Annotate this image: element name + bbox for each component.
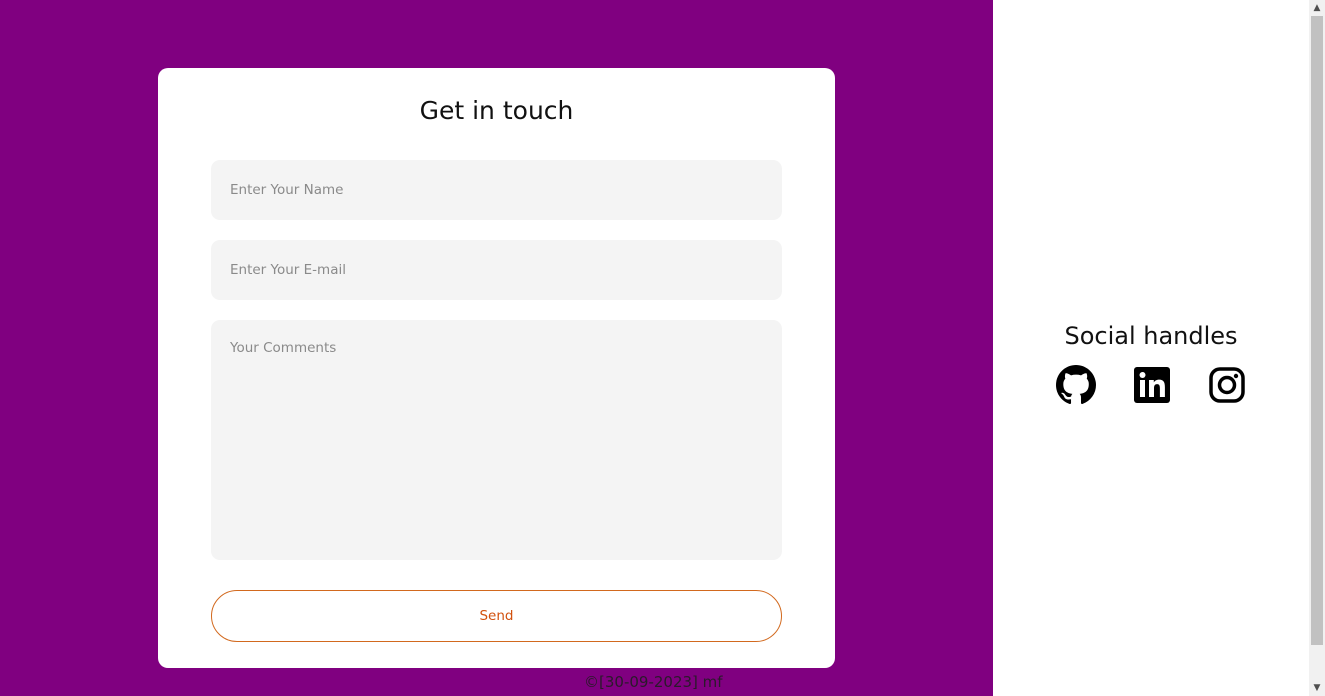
name-input[interactable] <box>211 160 782 220</box>
linkedin-icon <box>1134 367 1170 403</box>
scroll-thumb[interactable] <box>1311 16 1323 645</box>
linkedin-link[interactable] <box>1134 367 1170 403</box>
page: Get in touch Send ©[30-09-2023] mf Socia… <box>0 0 1325 696</box>
footer-copyright: ©[30-09-2023] mf <box>584 673 723 691</box>
social-title: Social handles <box>1064 322 1238 350</box>
github-link[interactable] <box>1056 365 1096 405</box>
scroll-up-icon[interactable]: ▲ <box>1309 0 1325 16</box>
github-icon <box>1056 365 1096 405</box>
vertical-scrollbar[interactable]: ▲ ▼ <box>1309 0 1325 696</box>
scroll-down-icon[interactable]: ▼ <box>1309 680 1325 696</box>
social-section: Social handles <box>993 0 1309 696</box>
contact-form: Get in touch Send <box>158 68 835 668</box>
comments-textarea[interactable] <box>211 320 782 560</box>
instagram-link[interactable] <box>1209 367 1245 403</box>
email-input[interactable] <box>211 240 782 300</box>
contact-section: Get in touch Send ©[30-09-2023] mf <box>0 0 993 696</box>
instagram-icon <box>1209 367 1245 403</box>
send-button[interactable]: Send <box>211 590 782 642</box>
contact-title: Get in touch <box>419 96 574 125</box>
